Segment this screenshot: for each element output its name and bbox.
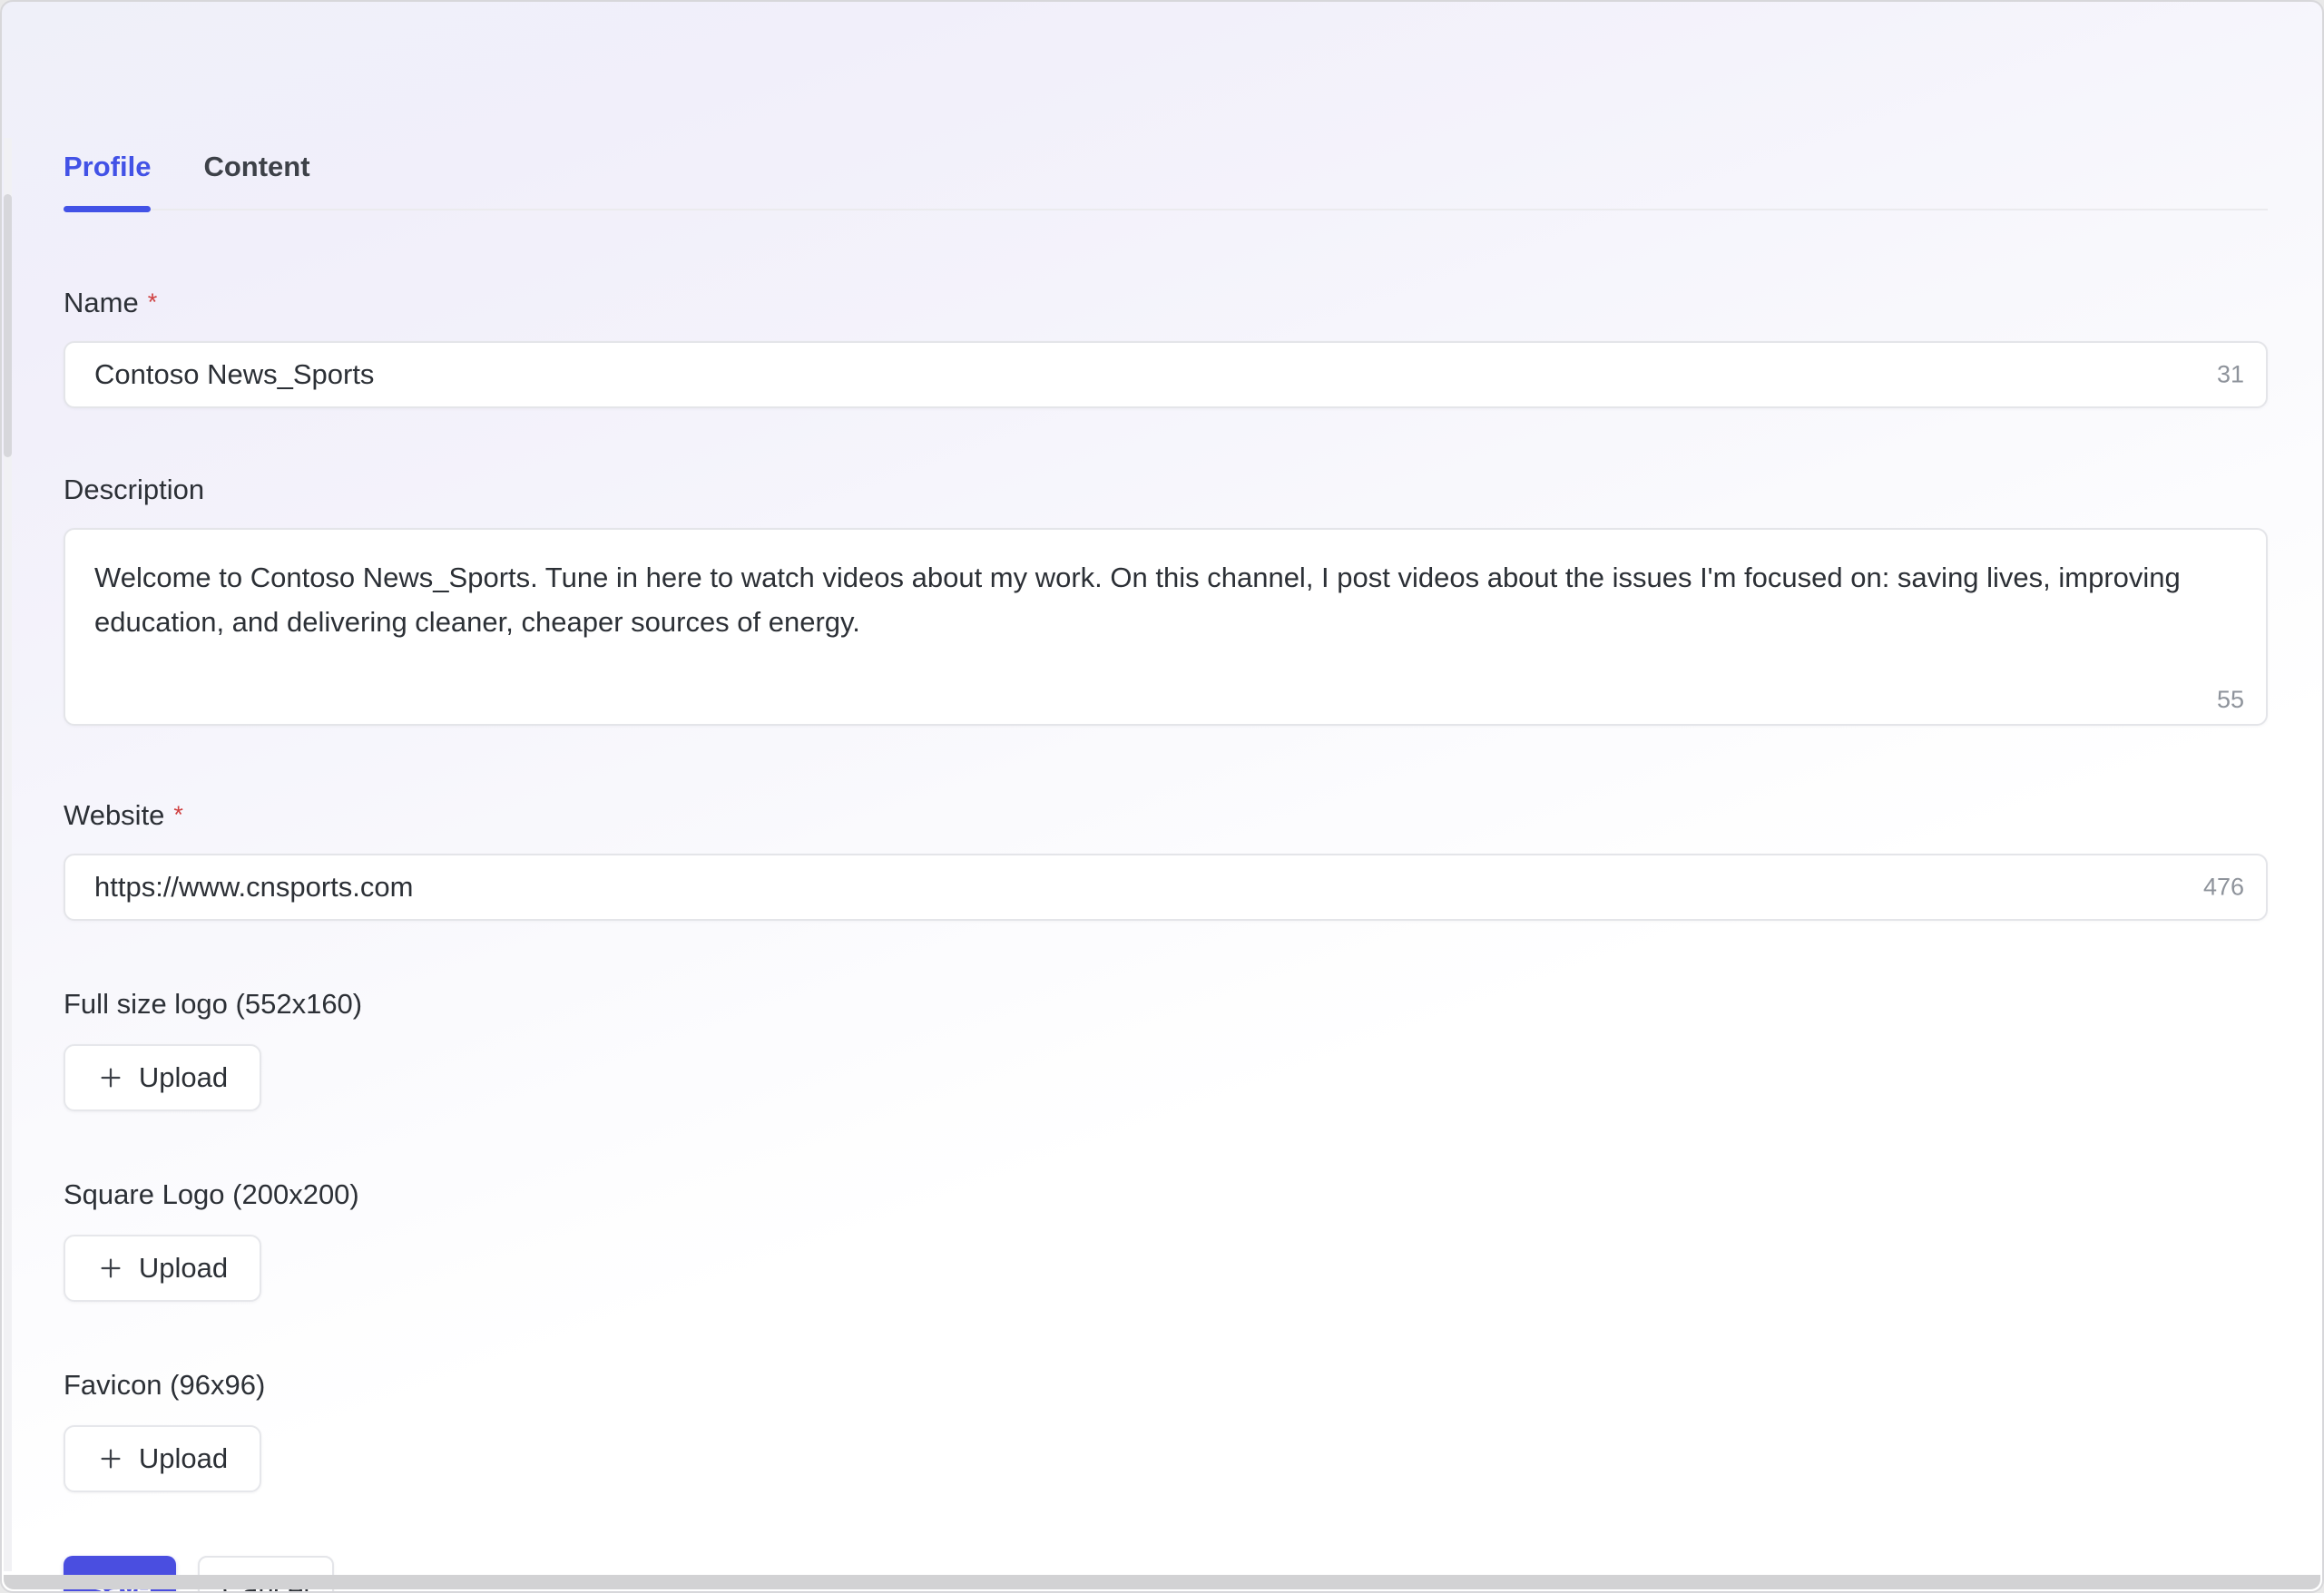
required-asterisk: * [173,799,183,828]
description-field-wrap: Welcome to Contoso News_Sports. Tune in … [64,528,2268,730]
tab-content[interactable]: Content [203,147,309,209]
profile-form: Profile Content Name * 31 Description We… [64,2,2268,1593]
active-tab-indicator [64,206,151,212]
tab-bar: Profile Content [64,147,2268,210]
vertical-scrollbar-thumb[interactable] [4,194,12,457]
name-input[interactable] [64,341,2268,408]
settings-window: Profile Content Name * 31 Description We… [0,0,2324,1593]
vertical-scrollbar-track[interactable] [4,138,12,1571]
website-field-wrap: 476 [64,854,2268,921]
description-textarea[interactable]: Welcome to Contoso News_Sports. Tune in … [64,528,2268,726]
required-asterisk: * [148,287,158,316]
plus-icon [97,1445,124,1472]
plus-icon [97,1064,124,1091]
upload-button-label: Upload [139,1061,228,1094]
square-logo-label: Square Logo (200x200) [64,1178,2268,1211]
website-label: Website * [64,799,2268,832]
tab-profile[interactable]: Profile [64,147,151,209]
favicon-upload-button[interactable]: Upload [64,1425,261,1492]
full-size-logo-label: Full size logo (552x160) [64,988,2268,1021]
upload-button-label: Upload [139,1252,228,1285]
plus-icon [97,1255,124,1282]
square-logo-upload-button[interactable]: Upload [64,1235,261,1302]
website-input[interactable] [64,854,2268,921]
horizontal-scrollbar[interactable] [4,1575,2320,1589]
name-field-wrap: 31 [64,341,2268,408]
tab-profile-label: Profile [64,151,151,182]
description-label: Description [64,474,2268,506]
full-size-logo-upload-button[interactable]: Upload [64,1044,261,1111]
tab-content-label: Content [203,151,309,182]
name-label: Name * [64,287,2268,319]
favicon-label: Favicon (96x96) [64,1369,2268,1402]
upload-button-label: Upload [139,1442,228,1475]
